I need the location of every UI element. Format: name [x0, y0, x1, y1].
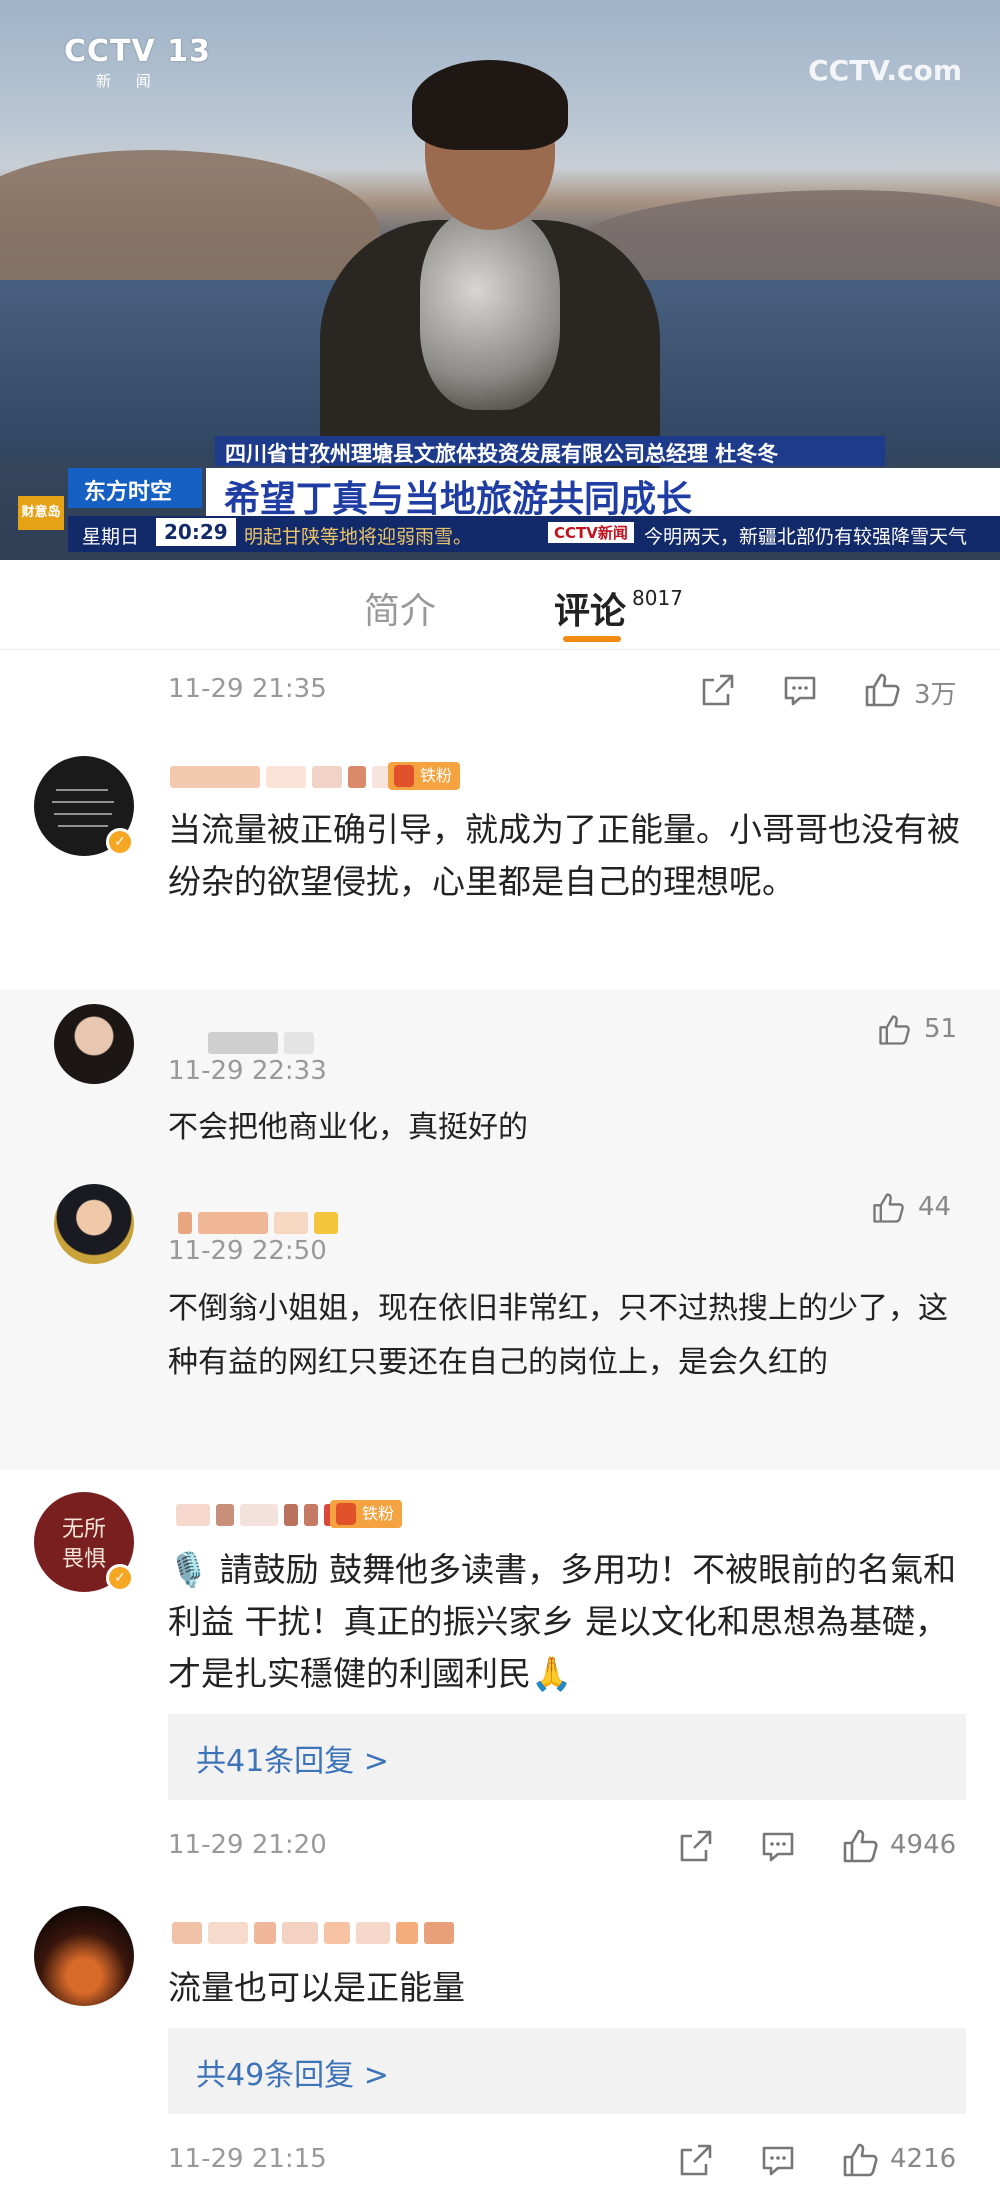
speaker-name-strip: 四川省甘孜州理塘县文旅体投资发展有限公司总经理 杜冬冬: [215, 436, 885, 466]
comments-count: 8017: [632, 586, 683, 610]
channel-sub-label: 新 闻: [96, 72, 161, 90]
like-count: 4946: [890, 1830, 957, 1860]
comment-text: 不会把他商业化，真挺好的: [168, 1110, 528, 1145]
program-name: 东方时空: [68, 468, 202, 508]
comment-item: ✓ 铁粉 当流量被正确引导，就成为了正能量。小哥哥也没有被纷杂的欲望侵扰，心里都…: [0, 750, 1000, 980]
share-icon[interactable]: [676, 1826, 716, 1866]
like-count: 51: [924, 1014, 958, 1044]
share-icon[interactable]: [676, 2140, 716, 2180]
avatar[interactable]: [54, 1184, 134, 1264]
tab-intro[interactable]: 简介: [364, 582, 436, 634]
tab-comments[interactable]: 评论 8017: [554, 582, 683, 634]
ticker-time: 20:29: [156, 518, 236, 546]
comment-item: 无所 畏惧 ✓ 铁粉 🎙️ 請鼓励 鼓舞他多读書，多用功！不被眼前的名氣和利益 …: [0, 1488, 1000, 1868]
like-count: 44: [918, 1192, 952, 1222]
like-count: 3万: [914, 680, 957, 710]
news-lower-third: 四川省甘孜州理塘县文旅体投资发展有限公司总经理 杜冬冬 东方时空 希望丁真与当地…: [0, 436, 1000, 560]
username-blurred[interactable]: [178, 1208, 338, 1238]
comment-meta-row: 11-29 21:15 4216: [168, 2140, 968, 2180]
news-headline: 希望丁真与当地旅游共同成长: [206, 468, 1000, 520]
comment-icon[interactable]: [758, 2140, 798, 2180]
username-blurred[interactable]: [170, 762, 394, 792]
ticker-day: 星期日: [82, 526, 140, 548]
thumbs-up-icon[interactable]: [876, 1012, 912, 1048]
share-icon[interactable]: [698, 670, 738, 710]
comment-text: 当流量被正确引导，就成为了正能量。小哥哥也没有被纷杂的欲望侵扰，心里都是自己的理…: [168, 810, 960, 901]
corner-logo: 财意岛: [18, 496, 64, 530]
username-blurred[interactable]: [176, 1500, 338, 1530]
comment-text: 流量也可以是正能量: [168, 1968, 465, 2007]
verified-icon: ✓: [106, 1564, 134, 1592]
ticker-logo: CCTV新闻: [548, 522, 634, 543]
active-tab-indicator: [563, 636, 621, 642]
comment-time: 11-29 22:33: [168, 1056, 327, 1086]
svg-text:无所: 无所: [62, 1517, 106, 1542]
username-blurred[interactable]: [208, 1028, 314, 1058]
ticker-text: 明起甘陕等地将迎弱雨雪。: [244, 526, 473, 548]
thumbs-up-icon[interactable]: [840, 2140, 880, 2180]
channel-logo: CCTV 13: [64, 34, 211, 69]
thumbs-up-icon[interactable]: [862, 670, 902, 710]
comment-item: 流量也可以是正能量 共49条回复 > 11-29 21:15 4216: [0, 1900, 1000, 2190]
comment-icon[interactable]: [758, 1826, 798, 1866]
sub-reply-area: 51 11-29 22:33 不会把他商业化，真挺好的 44 11-29 22:…: [0, 990, 1000, 1470]
view-replies-button[interactable]: 共41条回复 >: [168, 1714, 966, 1800]
comment-meta-row: 11-29 21:35 3万: [168, 670, 968, 710]
fan-badge: 铁粉: [330, 1500, 403, 1528]
avatar[interactable]: [34, 1906, 134, 2006]
like-count: 4216: [890, 2144, 957, 2174]
avatar[interactable]: [54, 1004, 134, 1084]
view-replies-button[interactable]: 共49条回复 >: [168, 2028, 966, 2114]
svg-text:畏惧: 畏惧: [62, 1547, 106, 1572]
comment-text: 不倒翁小姐姐，现在依旧非常红，只不过热搜上的少了，这种有益的网红只要还在自己的岗…: [168, 1291, 948, 1380]
comment-icon[interactable]: [780, 670, 820, 710]
news-ticker: 星期日 20:29 明起甘陕等地将迎弱雨雪。 CCTV新闻 今明两天，新疆北部仍…: [68, 516, 1000, 552]
thumbs-up-icon[interactable]: [840, 1826, 880, 1866]
verified-icon: ✓: [106, 828, 134, 856]
username-blurred[interactable]: [172, 1918, 454, 1948]
ticker-text-2: 今明两天，新疆北部仍有较强降雪天气: [644, 526, 968, 548]
comment-time: 11-29 21:35: [168, 674, 327, 704]
comment-time: 11-29 21:20: [168, 1830, 327, 1860]
comment-time: 11-29 22:50: [168, 1236, 327, 1266]
comment-meta-row: 11-29 21:20 4946: [168, 1826, 968, 1866]
comment-time: 11-29 21:15: [168, 2144, 327, 2174]
comment-text: 🎙️ 請鼓励 鼓舞他多读書，多用功！不被眼前的名氣和利益 干扰！真正的振兴家乡 …: [168, 1550, 957, 1693]
channel-watermark: CCTV.com: [808, 54, 962, 87]
video-scene-person: [320, 60, 660, 480]
fan-badge: 铁粉: [388, 762, 461, 790]
thumbs-up-icon[interactable]: [870, 1190, 906, 1226]
tab-bar: 简介 评论 8017: [0, 560, 1000, 650]
video-player[interactable]: CCTV 13 新 闻 CCTV.com 四川省甘孜州理塘县文旅体投资发展有限公…: [0, 0, 1000, 560]
